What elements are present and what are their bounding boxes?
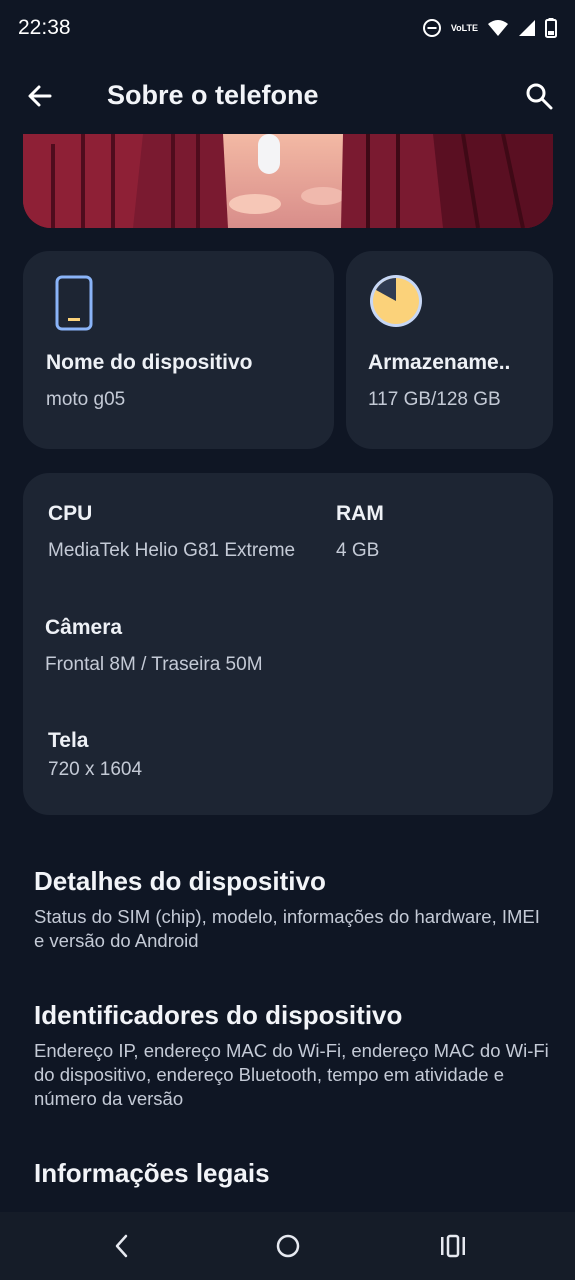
device-name-title: Nome do dispositivo [46, 351, 253, 374]
status-icons: Vo LTE [422, 16, 557, 40]
storage-value: 117 GB/128 GB [368, 389, 501, 410]
do-not-disturb-icon [422, 18, 442, 38]
menu-item-device-identifiers[interactable]: Identificadores do dispositivo Endereço … [34, 1000, 554, 1111]
arrow-left-icon [28, 85, 52, 107]
device-identifiers-description: Endereço IP, endereço MAC do Wi-Fi, ende… [34, 1040, 549, 1109]
menu-item-legal-info[interactable]: Informações legais [34, 1158, 554, 1197]
nav-home-icon [276, 1234, 300, 1258]
battery-icon [545, 18, 557, 38]
camera-value: Frontal 8M / Traseira 50M [45, 654, 263, 675]
ram-value: 4 GB [336, 540, 380, 561]
search-icon [526, 83, 553, 110]
nav-back-icon [115, 1234, 128, 1258]
storage-pie-icon [370, 275, 422, 327]
volte-icon: Vo LTE [450, 22, 478, 33]
device-details-description: Status do SIM (chip), modelo, informaçõe… [34, 906, 540, 951]
ram-label: RAM [336, 502, 384, 525]
device-name-value: moto g05 [46, 389, 126, 410]
hardware-specs-card: CPU MediaTek Helio G81 Extreme RAM 4 GB … [23, 473, 553, 815]
search-button[interactable] [519, 76, 559, 116]
status-bar: 22:38 Vo LTE [0, 0, 575, 56]
storage-title: Armazename.. [368, 351, 511, 374]
volte-top-label: Vo [450, 22, 462, 33]
device-identifiers-title: Identificadores do dispositivo [34, 1000, 403, 1030]
nav-home-button[interactable] [268, 1226, 308, 1266]
volte-bottom-label: LTE [461, 22, 478, 33]
device-details-title: Detalhes do dispositivo [34, 866, 326, 896]
storage-card[interactable]: Armazename.. 117 GB/128 GB [346, 251, 553, 449]
status-time: 22:38 [18, 16, 71, 39]
nav-back-button[interactable] [102, 1226, 142, 1266]
cpu-label: CPU [48, 502, 93, 525]
nav-recents-icon [441, 1234, 465, 1258]
wallpaper-banner [23, 134, 553, 228]
screen-value: 720 x 1604 [48, 759, 143, 780]
nav-recents-button[interactable] [433, 1226, 473, 1266]
app-bar: Sobre o telefone [0, 62, 575, 130]
wifi-icon [487, 19, 509, 37]
legal-info-title: Informações legais [34, 1158, 270, 1188]
cell-signal-icon [518, 19, 536, 37]
camera-label: Câmera [45, 616, 123, 639]
cpu-value: MediaTek Helio G81 Extreme [48, 540, 296, 561]
menu-item-device-details[interactable]: Detalhes do dispositivo Status do SIM (c… [34, 866, 554, 953]
phone-icon [55, 275, 93, 331]
page-title: Sobre o telefone [107, 80, 319, 110]
back-button[interactable] [20, 76, 60, 116]
navigation-bar [0, 1212, 575, 1280]
screen-label: Tela [48, 729, 89, 752]
device-name-card[interactable]: Nome do dispositivo moto g05 [23, 251, 334, 449]
